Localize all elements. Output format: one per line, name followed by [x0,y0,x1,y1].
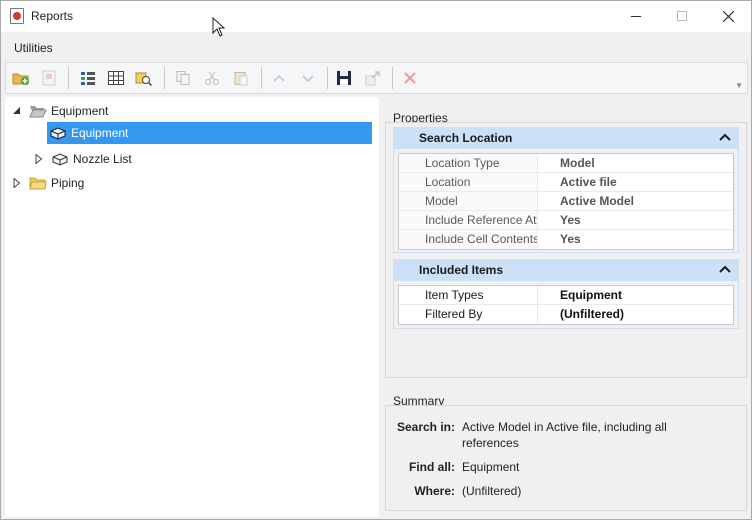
property-row-filtered-by[interactable]: Filtered By (Unfiltered) [399,305,733,324]
tree-node-equipment-report[interactable]: Equipment [47,122,372,144]
maximize-icon [677,11,687,21]
toolbar-separator [327,67,328,89]
property-key: Item Types [399,286,537,304]
search-location-body: Location Type Model Location Active file… [393,149,739,253]
minimize-icon [631,16,641,17]
property-row-location-type[interactable]: Location Type Model [399,154,733,173]
expand-arrow-icon[interactable] [33,153,45,165]
search-location-button[interactable] [132,66,156,90]
folder-open-icon [29,103,47,119]
columns-grid-icon [108,71,124,85]
export-button[interactable] [361,66,385,90]
collapse-arrow-icon[interactable] [11,105,23,117]
expand-arrow-icon[interactable] [11,177,23,189]
delete-icon [404,72,416,84]
property-value: Equipment [537,286,733,304]
add-report-icon [42,70,56,86]
item-types-button[interactable] [76,66,100,90]
columns-button[interactable] [104,66,128,90]
property-value: Active file [537,173,733,191]
search-location-icon [135,72,153,86]
toolbar-overflow-icon[interactable]: ▼ [735,81,743,90]
property-key: Location [399,173,537,191]
close-button[interactable] [705,1,751,31]
cut-button[interactable] [200,66,224,90]
toolbar-separator [392,67,393,89]
property-value: (Unfiltered) [537,305,733,324]
tree-node-label: Equipment [71,126,129,140]
paste-button[interactable] [229,66,253,90]
included-items-body: Item Types Equipment Filtered By (Unfilt… [393,281,739,329]
property-key: Location Type [399,154,537,172]
move-up-button[interactable] [267,66,291,90]
copy-icon [176,71,190,85]
close-icon [722,10,734,22]
property-row-item-types[interactable]: Item Types Equipment [399,286,733,305]
included-items-grid: Item Types Equipment Filtered By (Unfilt… [398,285,734,325]
cut-icon [205,71,219,85]
property-key: Model [399,192,537,210]
minimize-button[interactable] [613,1,659,31]
report-tree: Equipment Equipment Nozzle List Piping [5,97,379,517]
menu-bar: Utilities [1,32,751,62]
summary-search-in-label: Search in: [396,420,455,434]
property-row-location[interactable]: Location Active file [399,173,733,192]
menu-utilities[interactable]: Utilities [14,41,53,55]
tree-node-nozzle-list[interactable]: Nozzle List [33,148,373,170]
tree-node-label: Nozzle List [73,152,132,166]
report-icon [49,125,67,141]
property-row-include-reference[interactable]: Include Reference Attach Yes [399,211,733,230]
tree-node-piping-folder[interactable]: Piping [11,172,371,194]
toolbar-separator [164,67,165,89]
report-icon [51,151,69,167]
property-value: Model [537,154,733,172]
tree-node-label: Piping [51,176,85,190]
summary-search-in-value: Active Model in Active file, including a… [462,420,667,450]
add-report-button[interactable] [37,66,61,90]
mouse-cursor-icon [212,17,226,37]
property-row-model[interactable]: Model Active Model [399,192,733,211]
section-title: Included Items [419,263,504,277]
move-up-icon [273,74,285,82]
summary-where-value: (Unfiltered) [462,484,522,498]
title-bar[interactable]: Reports [1,1,751,32]
summary-where-label: Where: [414,484,455,498]
property-value: Yes [537,211,733,229]
maximize-button[interactable] [659,1,705,31]
section-title: Search Location [419,131,513,145]
move-down-icon [302,75,314,83]
save-button[interactable] [332,66,356,90]
collapse-chevron-icon[interactable] [719,132,731,142]
add-folder-icon [12,73,29,85]
property-key: Include Cell Contents [399,230,537,249]
summary-find-all-label: Find all: [409,460,455,474]
copy-button[interactable] [171,66,195,90]
delete-button[interactable] [398,66,422,90]
save-icon [337,71,351,85]
property-key: Include Reference Attach [399,211,537,229]
search-location-grid: Location Type Model Location Active file… [398,153,734,250]
reports-app-icon [10,8,24,24]
toolbar: ▼ [5,62,748,94]
property-row-include-cell-contents[interactable]: Include Cell Contents Yes [399,230,733,249]
item-types-icon [81,72,95,85]
folder-icon [29,175,47,191]
property-value: Active Model [537,192,733,210]
window-title: Reports [31,9,74,23]
export-icon [365,71,380,86]
reports-window: Reports Utilities ▼ Equipment Equipment … [0,0,752,520]
property-value: Yes [537,230,733,249]
property-key: Filtered By [399,305,537,324]
paste-icon [234,72,248,86]
collapse-chevron-icon[interactable] [719,264,731,274]
toolbar-separator [68,67,69,89]
search-location-header[interactable]: Search Location [393,127,739,149]
included-items-header[interactable]: Included Items [393,259,739,281]
toolbar-separator [261,67,262,89]
tree-node-equipment-folder[interactable]: Equipment [11,100,371,122]
summary-find-all-value: Equipment [462,460,520,474]
move-down-button[interactable] [296,66,320,90]
tree-node-label: Equipment [51,104,109,118]
add-folder-button[interactable] [9,66,33,90]
